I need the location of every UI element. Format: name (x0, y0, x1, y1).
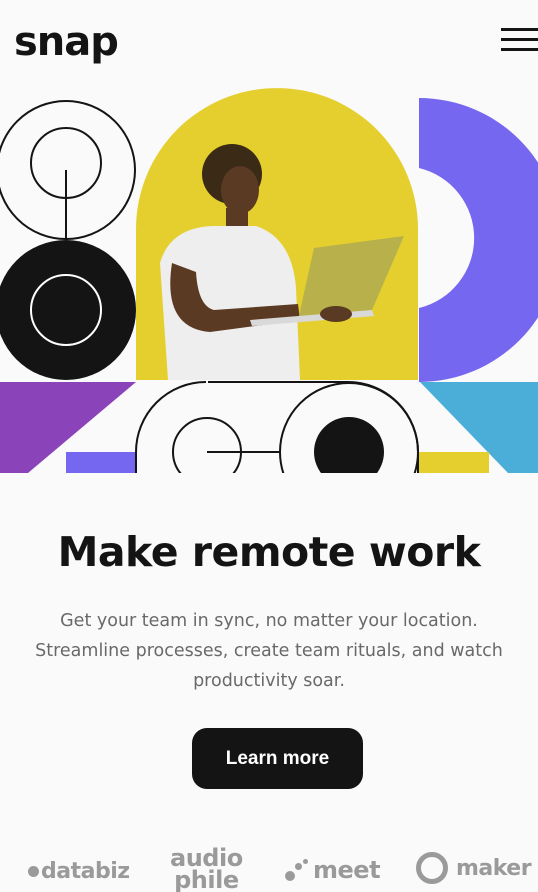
client-logos: databiz audio phile meet maker (0, 840, 538, 892)
maker-label: maker (456, 856, 532, 881)
hero-illustration (0, 88, 538, 473)
learn-more-button[interactable]: Learn more (192, 728, 363, 789)
top-left-circle-shape (0, 100, 136, 240)
page-title: Make remote work (57, 528, 481, 576)
meet-label: meet (313, 856, 381, 884)
site-header: snap (0, 0, 538, 88)
pill-outline-shape (135, 381, 419, 473)
databiz-logo: databiz (28, 859, 130, 884)
meet-dots-icon (285, 859, 309, 881)
yellow-block-shape (419, 452, 489, 473)
meet-logo: meet (285, 856, 381, 884)
snap-logo[interactable]: snap (14, 16, 119, 68)
maker-circle-icon (416, 852, 448, 884)
hero-description: Get your team in sync, no matter your lo… (35, 611, 503, 691)
maker-logo: maker (416, 852, 532, 884)
hamburger-menu-icon[interactable] (501, 28, 538, 52)
audiophile-logo: audio phile (170, 846, 243, 892)
hero-graphic (0, 88, 538, 473)
menu-line (501, 38, 538, 41)
databiz-label: databiz (41, 859, 130, 884)
hero-photo (136, 88, 418, 380)
menu-line (501, 28, 538, 31)
black-circle-shape (0, 240, 136, 380)
purple-arch-shape (419, 98, 538, 382)
menu-line (501, 48, 538, 51)
databiz-dot-icon (28, 866, 39, 877)
audiophile-line2: phile (174, 866, 239, 892)
purple-block-shape (66, 452, 136, 473)
